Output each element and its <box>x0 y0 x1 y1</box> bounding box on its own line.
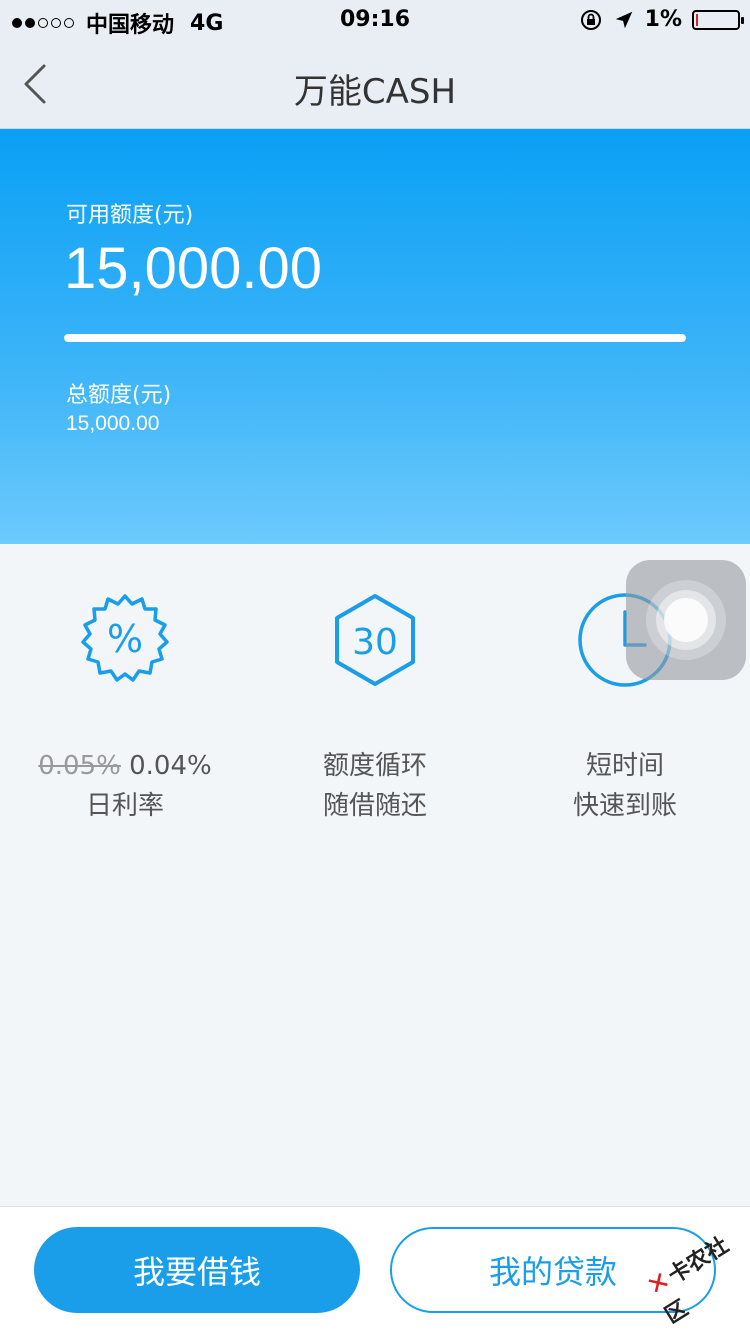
borrow-money-button[interactable]: 我要借钱 <box>34 1227 360 1313</box>
location-arrow-icon <box>615 11 632 28</box>
available-credit-label: 可用额度(元) <box>66 203 194 228</box>
hexagon-badge-text: 30 <box>352 622 398 663</box>
credit-usage-fill <box>64 334 686 342</box>
borrow-repay-anytime-label: 随借随还 <box>322 791 427 821</box>
status-bar: 中国移动 4G 09:16 1% <box>0 0 750 40</box>
percent-badge-icon: % <box>81 594 169 682</box>
revolving-credit-label: 额度循环 <box>322 751 427 781</box>
feature-daily-rate: % 0.05% 0.04% 日利率 <box>0 590 250 826</box>
fast-arrival-label: 快速到账 <box>572 791 677 821</box>
assistive-touch-button[interactable] <box>626 560 746 680</box>
short-time-label: 短时间 <box>585 751 664 781</box>
battery-percent: 1% <box>644 7 682 32</box>
credit-usage-bar <box>64 334 686 342</box>
daily-rate-label: 日利率 <box>85 791 164 821</box>
credit-summary-panel: 可用额度(元) 15,000.00 总额度(元) 15,000.00 <box>0 129 750 544</box>
new-daily-rate: 0.04% <box>129 751 212 781</box>
page-title: 万能CASH <box>293 72 457 112</box>
total-credit-label: 总额度(元) <box>66 383 172 408</box>
svg-text:%: % <box>107 617 143 661</box>
feature-revolving-credit: 30 额度循环 随借随还 <box>250 590 500 826</box>
navigation-bar: 万能CASH <box>0 40 750 129</box>
old-daily-rate: 0.05% <box>38 751 121 781</box>
bottom-action-bar: 我要借钱 我的贷款 <box>0 1206 750 1335</box>
available-credit-amount: 15,000.00 <box>64 236 323 301</box>
battery-icon <box>692 9 744 30</box>
hexagon-30-icon: 30 <box>335 594 415 686</box>
total-credit-amount: 15,000.00 <box>66 412 160 435</box>
rotation-lock-icon <box>580 9 601 30</box>
